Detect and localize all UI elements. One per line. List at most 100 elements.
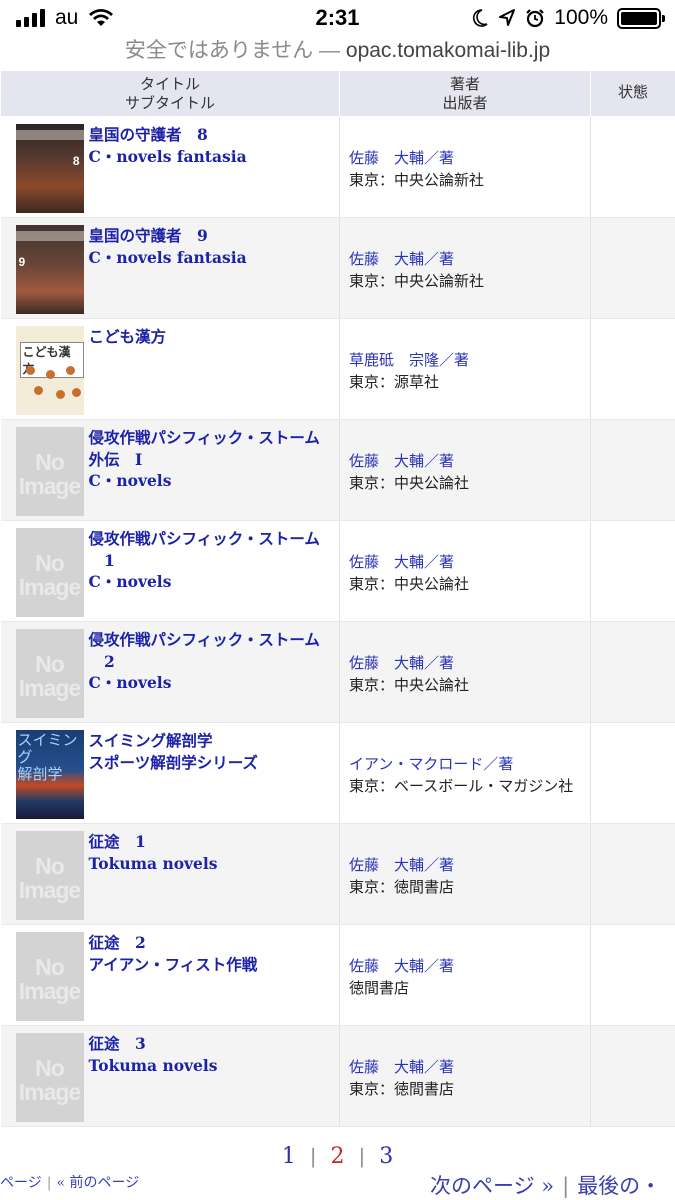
author-cell: イアン・マクロード／著 東京：ベースボール・マガジン社 — [339, 722, 591, 824]
table-row: こども漢方 こども漢方 草鹿砥 宗隆／著 東京：源草社 — [0, 318, 675, 420]
page-link-3[interactable]: 3 — [379, 1144, 393, 1169]
status-cell — [590, 722, 675, 824]
publisher-text: 東京：中央公論社 — [349, 575, 470, 593]
url-bar[interactable]: 安全ではありません — opac.tomakomai-lib.jp — [0, 34, 675, 64]
book-subtitle: C・novels — [88, 673, 172, 692]
author-cell: 佐藤 大輔／著 東京：中央公論社 — [339, 520, 591, 622]
url-host: opac.tomakomai-lib.jp — [345, 39, 551, 62]
title-cell: No Image 征途 3 Tokuma novels — [0, 1025, 340, 1127]
book-title-link[interactable]: 皇国の守護者 9 — [89, 225, 247, 247]
book-subtitle: Tokuma novels — [88, 853, 218, 873]
status-cell — [590, 217, 675, 319]
results-table: タイトル サブタイトル 著者 出版者 状態 8 皇国の守護者 8 C・novel… — [0, 70, 675, 1127]
title-cell: No Image 侵攻作戦パシフィック・ストーム 2 C・novels — [0, 621, 340, 723]
alarm-icon — [526, 9, 545, 28]
author-link[interactable]: イアン・マクロード／著 — [349, 753, 590, 775]
publisher-text: 東京：源草社 — [349, 373, 440, 391]
author-cell: 佐藤 大輔／著 東京：徳間書店 — [339, 1025, 591, 1127]
title-cell: 8 皇国の守護者 8 C・novels fantasia — [0, 116, 340, 218]
status-cell — [590, 621, 675, 723]
author-cell: 佐藤 大輔／著 東京：徳間書店 — [339, 823, 591, 925]
table-header-row: タイトル サブタイトル 著者 出版者 状態 — [0, 70, 675, 117]
table-row: 9 皇国の守護者 9 C・novels fantasia 佐藤 大輔／著 東京：… — [0, 217, 675, 319]
book-title-link[interactable]: こども漢方 — [89, 326, 167, 348]
author-link[interactable]: 佐藤 大輔／著 — [349, 147, 590, 169]
title-cell: No Image 侵攻作戦パシフィック・ストーム 外伝 I C・novels — [0, 419, 340, 521]
book-title-line2[interactable]: 外伝 I — [89, 449, 320, 471]
pagination-right-nav: 次のページ » | 最後の・ — [430, 1174, 662, 1198]
no-image-placeholder[interactable]: No Image — [15, 1033, 84, 1122]
author-cell: 佐藤 大輔／著 東京：中央公論社 — [339, 621, 591, 723]
title-cell: No Image 征途 2 アイアン・フィスト作戦 — [0, 924, 340, 1026]
title-column-header[interactable]: タイトル サブタイトル — [0, 70, 340, 117]
no-image-placeholder[interactable]: No Image — [15, 427, 84, 516]
author-link[interactable]: 佐藤 大輔／著 — [349, 652, 590, 674]
title-cell: No Image 征途 1 Tokuma novels — [0, 823, 340, 925]
book-title-link[interactable]: 征途 1 — [89, 831, 218, 853]
author-link[interactable]: 佐藤 大輔／著 — [349, 551, 590, 573]
battery-percentage: 100% — [554, 6, 608, 29]
page-link-1[interactable]: 1 — [282, 1144, 296, 1169]
book-title-line2[interactable]: 1 — [89, 550, 320, 572]
title-cell: スイミング 解剖学 スイミング解剖学 スポーツ解剖学シリーズ — [0, 722, 340, 824]
title-cell: こども漢方 こども漢方 — [0, 318, 340, 420]
author-cell: 佐藤 大輔／著 東京：中央公論新社 — [339, 116, 591, 218]
table-row: 8 皇国の守護者 8 C・novels fantasia 佐藤 大輔／著 東京：… — [0, 116, 675, 218]
author-cell: 佐藤 大輔／著 徳間書店 — [339, 924, 591, 1026]
status-bar: au 2:31 100% — [0, 0, 675, 36]
location-icon — [499, 9, 516, 26]
no-image-placeholder[interactable]: No Image — [15, 831, 84, 920]
book-title-line2[interactable]: 2 — [89, 651, 320, 673]
last-page-link[interactable]: 最後の・ — [577, 1174, 661, 1198]
no-image-placeholder[interactable]: No Image — [15, 629, 84, 718]
book-cover-image[interactable]: 8 — [15, 124, 84, 213]
status-cell — [590, 419, 675, 521]
battery-icon — [617, 7, 665, 29]
author-link[interactable]: 佐藤 大輔／著 — [349, 450, 590, 472]
book-subtitle: C・novels — [88, 572, 172, 591]
title-cell: 9 皇国の守護者 9 C・novels fantasia — [0, 217, 340, 319]
table-row: No Image 征途 3 Tokuma novels 佐藤 大輔／著 東京：徳間… — [0, 1025, 675, 1127]
author-link[interactable]: 佐藤 大輔／著 — [349, 1056, 590, 1078]
book-title-link[interactable]: スイミング解剖学 — [89, 730, 258, 752]
publisher-text: 東京：中央公論社 — [349, 676, 470, 694]
pagination-left-nav: ページ | « 前のページ — [0, 1175, 140, 1191]
author-link[interactable]: 佐藤 大輔／著 — [349, 248, 590, 270]
book-title-link[interactable]: 征途 2 — [89, 932, 258, 954]
publisher-text: 東京：中央公論新社 — [349, 272, 485, 290]
prev-page-link[interactable]: « 前のページ — [56, 1175, 139, 1191]
publisher-text: 東京：中央公論社 — [349, 474, 470, 492]
book-title-link[interactable]: 侵攻作戦パシフィック・ストーム — [89, 528, 320, 550]
author-link[interactable]: 佐藤 大輔／著 — [349, 955, 590, 977]
status-column-header[interactable]: 状態 — [590, 70, 675, 117]
book-cover-image[interactable]: こども漢方 — [15, 326, 84, 415]
pagination: 1 | 2 | 3 — [281, 1144, 394, 1169]
book-title-link[interactable]: 征途 3 — [89, 1033, 218, 1055]
publisher-text: 東京：ベースボール・マガジン社 — [349, 777, 574, 795]
status-cell — [590, 520, 675, 622]
book-subtitle: C・novels fantasia — [88, 247, 247, 267]
status-cell — [590, 318, 675, 420]
table-row: No Image 征途 2 アイアン・フィスト作戦 佐藤 大輔／著 徳間書店 — [0, 924, 675, 1026]
book-title-link[interactable]: 皇国の守護者 8 — [89, 124, 247, 146]
book-cover-image[interactable]: スイミング 解剖学 — [15, 730, 84, 819]
book-title-link[interactable]: 侵攻作戦パシフィック・ストーム — [89, 629, 320, 651]
insecure-label: 安全ではありません — — [124, 39, 341, 62]
author-cell: 佐藤 大輔／著 東京：中央公論社 — [339, 419, 591, 521]
author-link[interactable]: 佐藤 大輔／著 — [349, 854, 590, 876]
book-subtitle: C・novels fantasia — [88, 146, 247, 166]
next-page-link[interactable]: 次のページ » — [430, 1174, 554, 1198]
no-image-placeholder[interactable]: No Image — [15, 932, 84, 1021]
author-link[interactable]: 草鹿砥 宗隆／著 — [349, 349, 590, 371]
book-cover-image[interactable]: 9 — [15, 225, 84, 314]
author-column-header[interactable]: 著者 出版者 — [339, 70, 591, 117]
book-subtitle: アイアン・フィスト作戦 — [88, 954, 258, 974]
publisher-text: 東京：中央公論新社 — [349, 171, 485, 189]
first-page-link[interactable]: ページ — [0, 1175, 42, 1191]
no-image-placeholder[interactable]: No Image — [15, 528, 84, 617]
status-cell — [590, 924, 675, 1026]
status-cell — [590, 1025, 675, 1127]
book-title-link[interactable]: 侵攻作戦パシフィック・ストーム — [89, 427, 320, 449]
page-current-2: 2 — [330, 1144, 345, 1169]
book-subtitle: スポーツ解剖学シリーズ — [88, 752, 258, 772]
